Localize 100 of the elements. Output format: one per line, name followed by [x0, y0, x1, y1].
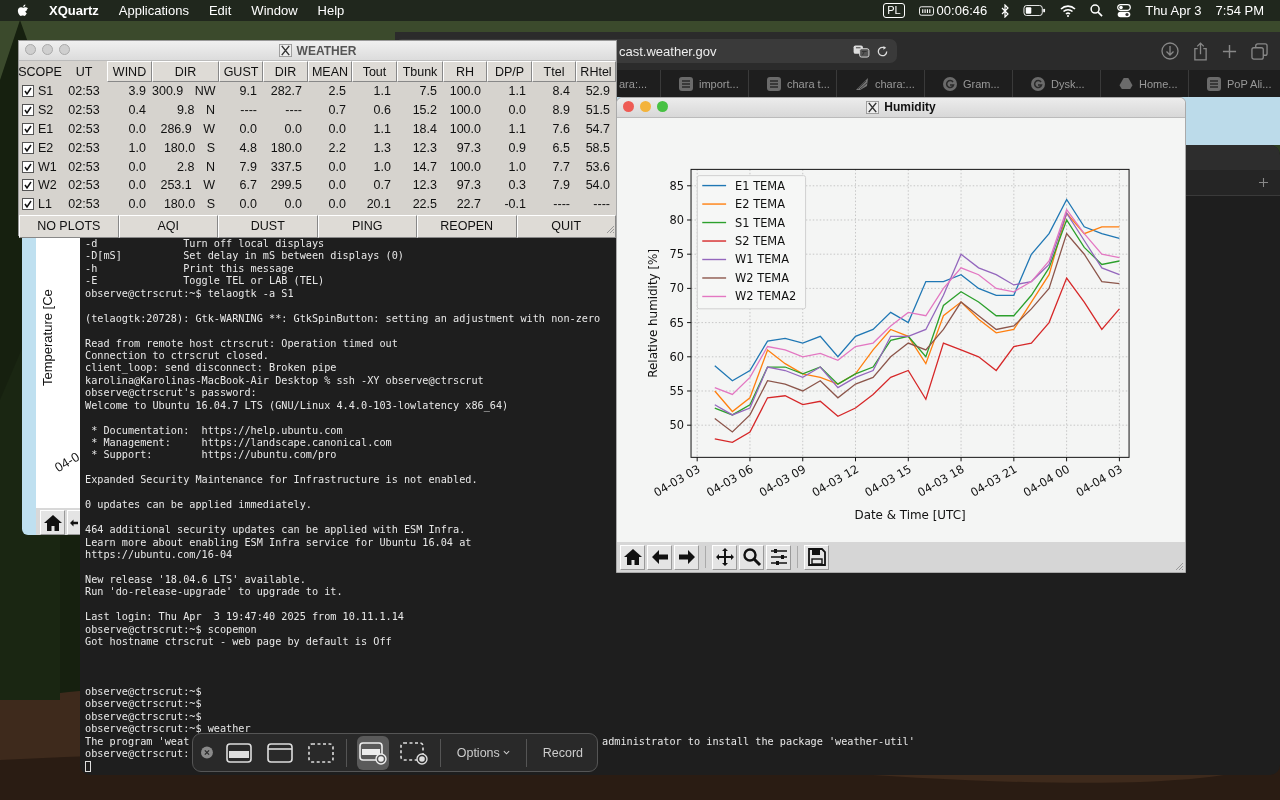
magnifier-icon[interactable]: [739, 544, 764, 570]
column-header-button[interactable]: DIR: [263, 61, 308, 82]
column-header-button[interactable]: Tbunk: [397, 61, 443, 82]
bluetooth-icon[interactable]: [1001, 3, 1010, 18]
checkbox[interactable]: [22, 104, 34, 117]
checkbox[interactable]: [22, 160, 34, 173]
toolbar-button[interactable]: NO PLOTS: [19, 214, 119, 238]
table-cell-text: 02:53: [67, 84, 101, 99]
legend-line-icon: [701, 184, 727, 187]
table-cell-text: 1.3: [372, 140, 392, 155]
column-header-button[interactable]: GUST: [219, 61, 263, 82]
terminal-line: 464 additional security updates can be applied with ESM Infra.: [85, 524, 466, 537]
bars-icon[interactable]: [918, 5, 934, 16]
plus-icon[interactable]: [1259, 178, 1268, 187]
home-icon[interactable]: [620, 544, 645, 570]
move-arrows-icon[interactable]: [712, 544, 737, 570]
menu-item[interactable]: Applications: [118, 3, 189, 18]
record-button[interactable]: Record: [536, 741, 589, 764]
scope-label: W2: [38, 178, 57, 193]
table-cell-text: 100.0: [448, 159, 482, 174]
checkbox[interactable]: [22, 85, 34, 98]
table-cell-text: 0.0: [507, 103, 527, 118]
app-menu[interactable]: XQuartz: [49, 3, 99, 18]
table-cell-text: 0.0: [127, 178, 147, 193]
battery-icon[interactable]: [1023, 5, 1047, 16]
column-header-button[interactable]: MEAN: [308, 61, 352, 82]
menu-item[interactable]: Window: [251, 3, 298, 18]
table-cell-text: 1.1: [372, 122, 392, 136]
translate-icon[interactable]: [853, 44, 870, 58]
apple-logo-icon[interactable]: [16, 3, 29, 18]
table-cell-text: 100.0: [448, 84, 482, 99]
resize-grip-icon[interactable]: [605, 224, 615, 234]
home-icon[interactable]: [40, 510, 65, 535]
date-text[interactable]: Thu Apr 3: [1145, 3, 1202, 18]
column-header-button[interactable]: Ttel: [532, 61, 576, 82]
reload-icon[interactable]: [876, 44, 889, 58]
resize-grip-icon[interactable]: [1174, 561, 1184, 571]
table-cell-text: 3.9: [127, 84, 147, 99]
save-icon[interactable]: [804, 544, 829, 570]
document-icon: [767, 76, 781, 91]
column-header: UT: [74, 63, 94, 81]
table-cell-text: 2.5: [327, 84, 347, 99]
table-cell-text: 0.0: [238, 197, 258, 212]
table-cell-text: 0.7: [372, 178, 392, 193]
terminal-line: observe@ctrscrut:~$: [85, 685, 202, 699]
column-header-button[interactable]: WIND: [107, 61, 152, 82]
toolbar-button[interactable]: QUIT: [516, 214, 616, 238]
selection-record-icon: [400, 740, 429, 765]
y-tick-label: 55: [669, 383, 685, 398]
capture-mode-button[interactable]: [357, 735, 389, 770]
table-cell-text: 54.7: [584, 122, 611, 136]
checkbox[interactable]: [22, 198, 34, 211]
chevron-down-icon: [502, 750, 510, 755]
ring-icon: [943, 76, 957, 91]
column-header-button[interactable]: DIR: [152, 61, 219, 82]
checkbox[interactable]: [22, 141, 34, 154]
menu-item[interactable]: Help: [317, 3, 345, 18]
document-icon: [1207, 76, 1221, 91]
input-source-indicator[interactable]: PL: [883, 3, 905, 18]
wifi-icon[interactable]: [1060, 4, 1077, 17]
table-cell-text: 12.3: [411, 140, 438, 155]
column-header-button[interactable]: Tout: [352, 61, 397, 82]
clock-text[interactable]: 7:54 PM: [1215, 3, 1264, 18]
table-cell-text: 0.0: [127, 159, 147, 174]
options-menu[interactable]: Options: [450, 741, 516, 764]
checkbox[interactable]: [22, 179, 34, 192]
table-cell-text: 100.0: [448, 122, 482, 136]
plus-icon[interactable]: [1222, 43, 1237, 59]
y-tick-label: 50: [669, 418, 685, 433]
column-header-button[interactable]: RHtel: [576, 61, 616, 82]
toolbar-button[interactable]: DUST: [218, 214, 318, 238]
table-cell-text: 02:53: [67, 197, 101, 212]
toolbar-button[interactable]: AQI: [118, 214, 218, 238]
share-icon[interactable]: [1193, 41, 1208, 61]
y-tick-label: 75: [669, 247, 685, 262]
sliders-icon[interactable]: [766, 544, 791, 570]
close-icon[interactable]: [201, 746, 213, 759]
menu-item[interactable]: Edit: [208, 3, 232, 18]
tabs-overview-icon[interactable]: [1251, 42, 1268, 60]
search-icon[interactable]: [1090, 4, 1104, 17]
close-button[interactable]: [623, 101, 634, 112]
toolbar-button[interactable]: REOPEN: [417, 214, 517, 238]
column-header-button[interactable]: RH: [443, 61, 487, 82]
x-tick: [696, 456, 698, 462]
x-logo-icon: [278, 44, 292, 57]
y-tick-label: 70: [669, 281, 685, 296]
timer-text: 00:06:46: [936, 3, 988, 18]
table-cell-text: 299.5: [269, 178, 303, 193]
browser-tab[interactable]: ara:...: [617, 70, 660, 97]
x-tick: [960, 456, 962, 462]
y-tick-label: 65: [669, 315, 685, 330]
selection-capture-icon: [307, 741, 334, 764]
table-cell-text: 54.0: [584, 178, 611, 193]
table-cell-text: 6.5: [551, 140, 571, 155]
column-header-button[interactable]: DP/P: [487, 61, 532, 82]
toolbar-button[interactable]: PING: [317, 214, 417, 238]
checkbox[interactable]: [22, 123, 34, 135]
download-icon[interactable]: [1161, 42, 1179, 60]
screen-record-icon: [359, 740, 387, 765]
toggles-icon[interactable]: [1117, 3, 1132, 18]
